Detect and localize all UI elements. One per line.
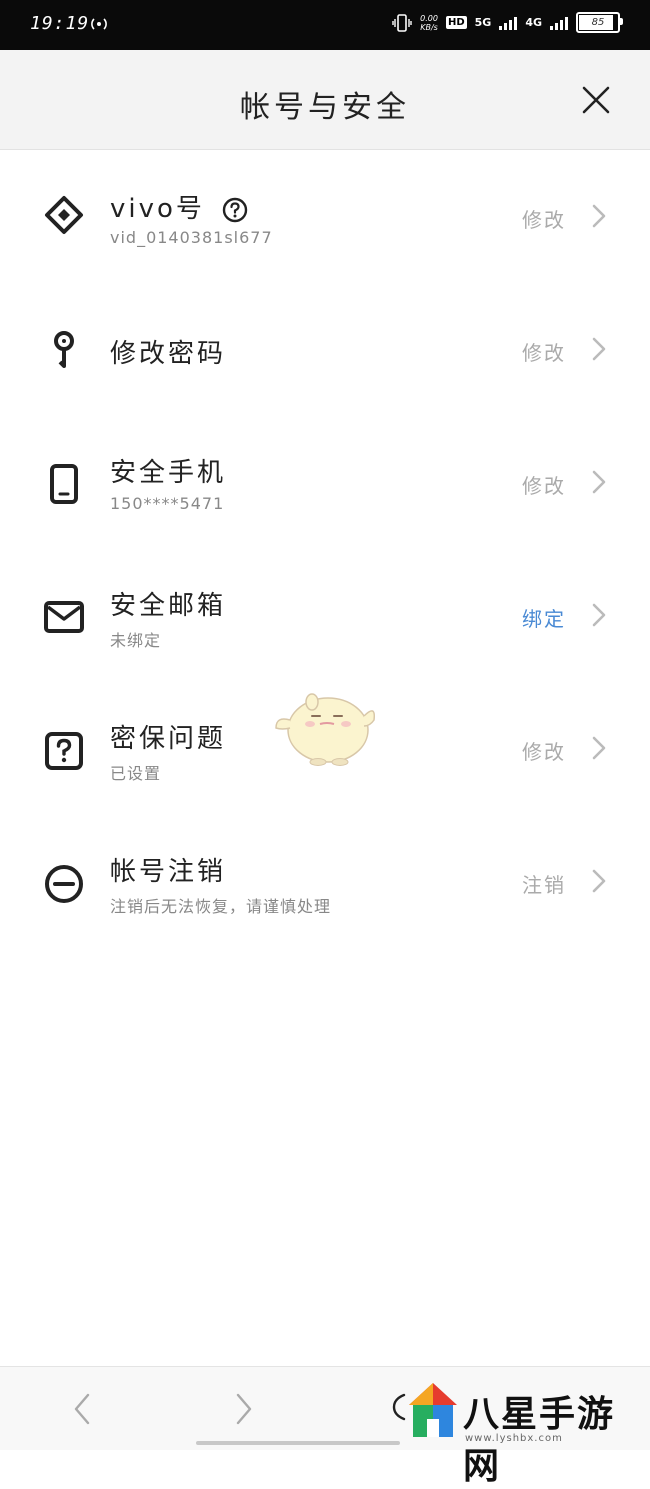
net-speed-value: 0.00 [420, 13, 438, 23]
hotspot-icon [91, 18, 107, 30]
status-right: 0.00 KB/s HD 5G 4G 85 [392, 12, 623, 33]
row-subtitle: 注销后无法恢复，请谨慎处理 [110, 897, 332, 916]
row-title: 安全邮箱 [110, 591, 227, 621]
row-action[interactable]: 修改 [522, 736, 566, 765]
vivo-account-label: vivo号 [110, 194, 205, 224]
row-action[interactable]: 绑定 [522, 603, 566, 632]
chevron-right-icon [592, 470, 606, 494]
row-subtitle: 150****5471 [110, 494, 225, 513]
watermark-logo: 八星手游网 www.lyshbx.com [405, 1375, 650, 1487]
page-title: 帐号与安全 [240, 90, 410, 125]
forward-arrow-icon[interactable] [232, 1391, 256, 1427]
phone-icon [50, 464, 78, 504]
status-bar: 19:19 0.00 KB/s HD 5G 4G 85 [0, 0, 650, 50]
row-subtitle: 未绑定 [110, 631, 162, 650]
signal-label-2: 4G [525, 16, 542, 29]
row-title: vivo号 [110, 188, 248, 225]
status-time: 19:19 [30, 13, 90, 34]
row-change-password[interactable]: 修改密码 修改 [0, 283, 650, 416]
row-action[interactable]: 修改 [522, 470, 566, 499]
net-speed-unit: KB/s [420, 22, 438, 32]
minus-circle-icon [45, 865, 83, 903]
signal-label-1: 5G [474, 16, 492, 29]
browser-bottom-bar: 八星手游网 www.lyshbx.com [0, 1366, 650, 1487]
row-title: 安全手机 [110, 458, 227, 488]
row-security-email[interactable]: 安全邮箱 未绑定 绑定 [0, 549, 650, 682]
chevron-right-icon [592, 603, 606, 627]
mail-icon [44, 601, 84, 633]
battery-level: 85 [591, 17, 605, 28]
row-action[interactable]: 修改 [522, 204, 566, 233]
chevron-right-icon [592, 869, 606, 893]
chevron-right-icon [592, 204, 606, 228]
row-subtitle: vid_0140381sl677 [110, 228, 273, 247]
header: 帐号与安全 [0, 50, 650, 150]
row-action[interactable]: 注销 [522, 869, 566, 898]
help-icon[interactable] [222, 197, 248, 223]
watermark-url: www.lyshbx.com [465, 1433, 563, 1444]
question-icon [45, 732, 83, 770]
row-vivo-account[interactable]: vivo号 vid_0140381sl677 修改 [0, 150, 650, 283]
hd-badge: HD [445, 16, 467, 29]
chevron-right-icon [592, 337, 606, 361]
battery-icon: 85 [576, 12, 623, 33]
vibrate-icon [392, 13, 412, 32]
home-indicator[interactable] [196, 1441, 400, 1445]
close-icon[interactable] [578, 82, 614, 118]
row-account-deletion[interactable]: 帐号注销 注销后无法恢复，请谨慎处理 注销 [0, 815, 650, 948]
signal-bars-icon [499, 16, 518, 30]
row-title: 修改密码 [110, 339, 227, 369]
row-action[interactable]: 修改 [522, 337, 566, 366]
row-title: 密保问题 [110, 724, 227, 754]
vivo-account-icon [45, 196, 83, 234]
back-arrow-icon[interactable] [70, 1391, 94, 1427]
signal-bars-icon [550, 16, 568, 30]
net-speed: 0.00 KB/s [420, 14, 438, 32]
row-subtitle: 已设置 [110, 764, 162, 783]
row-security-phone[interactable]: 安全手机 150****5471 修改 [0, 416, 650, 549]
mascot-sticker [275, 693, 376, 766]
chevron-right-icon [592, 736, 606, 760]
watermark-house-icon [409, 1383, 457, 1437]
row-title: 帐号注销 [110, 857, 227, 887]
key-icon [54, 331, 74, 368]
